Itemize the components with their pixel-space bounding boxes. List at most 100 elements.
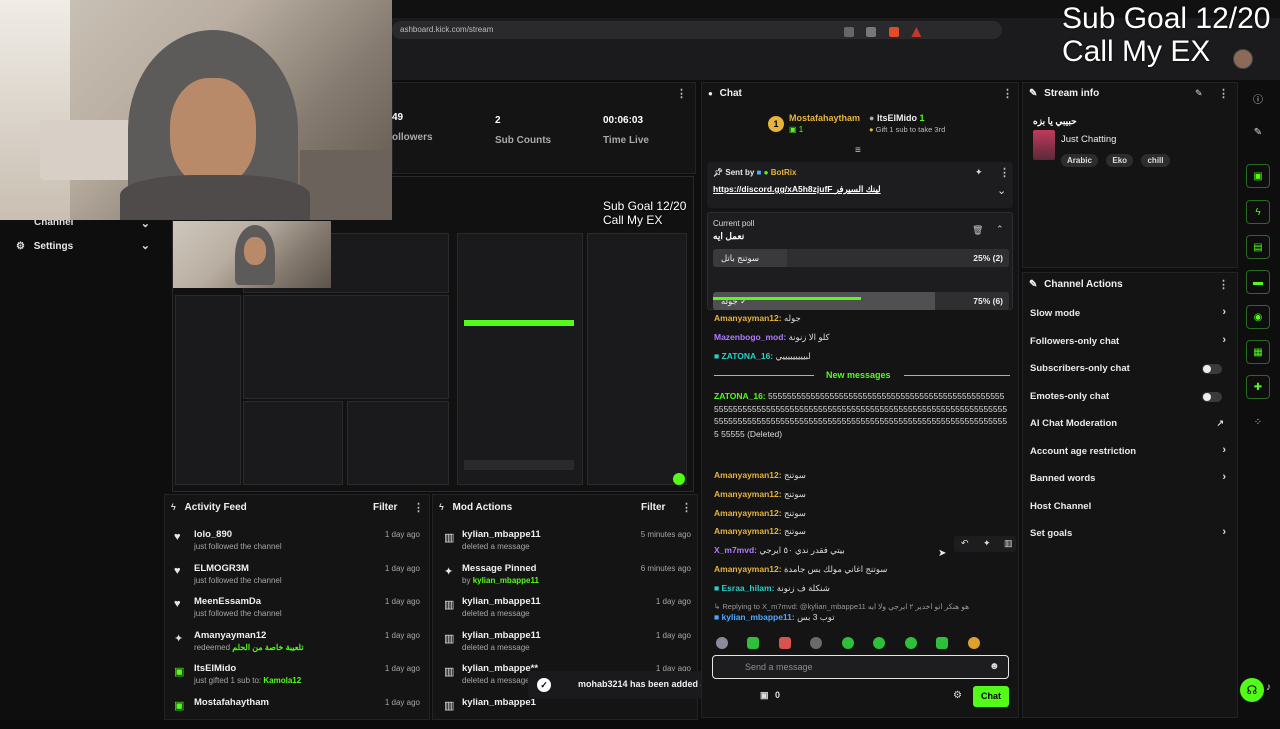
category-link[interactable]: Just Chatting [1061, 134, 1116, 145]
list-item[interactable]: ▥kylian_mbappe11deleted a message1 day a… [440, 629, 690, 663]
share-icon[interactable] [866, 27, 876, 37]
chevron-down-icon[interactable]: ⌄ [997, 184, 1006, 197]
zoom-icon[interactable] [844, 27, 854, 37]
chat-message[interactable]: ■ Esraa_hilam: شنكلة ف زنونة [714, 583, 1010, 602]
item-name[interactable]: ItsElMido [194, 663, 236, 674]
emote-icon[interactable] [968, 637, 980, 649]
support-icon[interactable]: ☊ [1240, 678, 1264, 702]
action-slow-mode[interactable]: Slow mode› [1030, 308, 1230, 336]
list-item[interactable]: ▥kylian_mbappe11deleted a message5 minut… [440, 528, 690, 562]
emote-icon[interactable] [905, 637, 917, 649]
list-item[interactable]: ▣Mostafahaytham1 day ago [170, 696, 426, 729]
chat-message[interactable]: Amanyayman12: سوتنج اغاني مولك بس جامدة [714, 564, 1010, 583]
pencil-icon[interactable]: ✎ [1246, 120, 1270, 144]
action-emotes-only-chat[interactable]: Emotes-only chat [1030, 391, 1230, 419]
more-icon[interactable]: ⋮ [1002, 87, 1013, 100]
emote-icon[interactable] [716, 637, 728, 649]
apps-icon[interactable]: ⁘ [1246, 410, 1270, 434]
chat-message[interactable]: Mazenbogo_mod: كلو الا زنونة [714, 332, 1010, 351]
chat-send-button[interactable]: Chat [973, 686, 1009, 707]
item-name[interactable]: ELMOGR3M [194, 563, 249, 574]
more-icon[interactable]: ⋮ [681, 501, 692, 514]
more-icon[interactable]: ⋮ [1218, 278, 1229, 291]
chat-input[interactable]: Send a message ☻ [712, 655, 1009, 679]
item-name[interactable]: Amanyayman12 [194, 630, 266, 641]
brave-shield-icon[interactable] [889, 27, 899, 37]
item-name[interactable]: Message Pinned [462, 563, 536, 574]
action-account-age-restriction[interactable]: Account age restriction› [1030, 446, 1230, 474]
item-name[interactable]: kylian_mbappe11 [462, 596, 541, 607]
tools-icon[interactable]: ✚ [1246, 375, 1270, 399]
list-item[interactable]: ♥lolo_890just followed the channel1 day … [170, 528, 426, 562]
rewards-icon[interactable] [911, 27, 921, 37]
chat-message[interactable]: Amanyayman12: جوله [714, 313, 1010, 332]
poll-option-1[interactable]: سوتنج باتل 25% (2) [713, 249, 1009, 267]
sidebar-item-settings[interactable]: ⚙ Settings ⌄ [16, 241, 156, 255]
pinned-link[interactable]: https://discord.gg/xA5h8zjufF لينك السير… [713, 184, 881, 195]
toggle-switch[interactable] [1202, 364, 1222, 374]
layout-icon[interactable]: ▦ [1246, 340, 1270, 364]
edit-icon[interactable]: ✎ [1195, 88, 1203, 99]
trash-icon[interactable]: 🗑︎ [972, 225, 983, 236]
list-item[interactable]: ✦Amanyayman12redeemed تلعيبة خاصة من الح… [170, 629, 426, 663]
chevron-up-icon[interactable]: ⌃ [996, 224, 1004, 235]
item-name[interactable]: Mostafahaytham [194, 697, 269, 708]
mod-filter-button[interactable]: Filter [641, 502, 665, 513]
chat-message[interactable]: ■ ZATONA_16: لبيييييييييي [714, 351, 1010, 370]
tag[interactable]: chill [1141, 154, 1169, 167]
chat-message[interactable]: Amanyayman12: سوتنج [714, 470, 1010, 489]
item-name[interactable]: lolo_890 [194, 529, 232, 540]
info-icon[interactable]: ⓘ [1246, 86, 1270, 110]
item-name[interactable]: MeenEssamDa [194, 596, 261, 607]
chat-icon[interactable]: ▬ [1246, 270, 1270, 294]
chat-message[interactable]: Amanyayman12: سوتنج [714, 508, 1010, 527]
tag[interactable]: Arabic [1061, 154, 1098, 167]
action-banned-words[interactable]: Banned words› [1030, 473, 1230, 501]
list-item[interactable]: ✦Message Pinnedby kylian_mbappe116 minut… [440, 562, 690, 596]
more-icon[interactable]: ⋮ [413, 501, 424, 514]
item-name[interactable]: kylian_mbappe1 [462, 697, 536, 708]
more-icon[interactable]: ⋮ [676, 87, 687, 100]
chat-message-last[interactable]: ■ kylian_mbappe11: توب 3 بس [714, 612, 1010, 623]
poll-option-2[interactable]: جوله ✓ 75% (6) [713, 292, 1009, 310]
points-balance[interactable]: ▣ 0 [760, 690, 780, 701]
action-subscribers-only-chat[interactable]: Subscribers-only chat [1030, 363, 1230, 391]
emote-icon[interactable] [842, 637, 854, 649]
list-item[interactable]: ▣ItsElMidojust gifted 1 sub to: Kamola12… [170, 662, 426, 696]
unpin-icon[interactable]: ✦ [975, 167, 983, 178]
action-ai-chat-moderation[interactable]: AI Chat Moderation↗ [1030, 418, 1230, 446]
list-item[interactable]: ♥ELMOGR3Mjust followed the channel1 day … [170, 562, 426, 596]
avatar[interactable] [1233, 49, 1253, 69]
action-host-channel[interactable]: Host Channel [1030, 501, 1230, 529]
action-set-goals[interactable]: Set goals› [1030, 528, 1230, 556]
emote-icon[interactable] [779, 637, 791, 649]
item-name[interactable]: kylian_mbappe11 [462, 630, 541, 641]
reply-icon[interactable]: ↶ [961, 538, 969, 549]
chat-message[interactable]: Amanyayman12: سوتنج [714, 489, 1010, 508]
emoji-icon[interactable]: ☻ [989, 661, 1000, 672]
chat-settings-icon[interactable]: ⚙ [953, 690, 962, 701]
emote-icon[interactable] [873, 637, 885, 649]
notes-icon[interactable]: ▤ [1246, 235, 1270, 259]
emote-icon[interactable] [936, 637, 948, 649]
clip-icon[interactable]: ▣ [1246, 164, 1270, 188]
emote-icon[interactable] [810, 637, 822, 649]
collapse-icon[interactable]: ≡ [855, 145, 861, 156]
more-icon[interactable]: ⋮ [999, 166, 1010, 179]
trash-icon[interactable]: ▥ [1004, 538, 1013, 549]
pin-icon[interactable]: ✦ [983, 538, 991, 549]
list-item[interactable]: ♥MeenEssamDajust followed the channel1 d… [170, 595, 426, 629]
external-link-icon[interactable]: ↗ [1216, 418, 1224, 429]
action-followers-only-chat[interactable]: Followers-only chat› [1030, 336, 1230, 364]
toggle-switch[interactable] [1202, 392, 1222, 402]
microphone-icon[interactable]: ♪ [1266, 682, 1271, 693]
bolt-icon[interactable]: ϟ [1246, 200, 1270, 224]
item-name[interactable]: kylian_mbappe** [462, 663, 538, 674]
emote-icon[interactable] [747, 637, 759, 649]
leaderboard-first[interactable]: Mostafahaytham ▣ 1 [789, 113, 860, 134]
leaderboard-second[interactable]: ● ItsElMido 1 ● Gift 1 sub to take 3rd [869, 113, 945, 134]
activity-filter-button[interactable]: Filter [373, 502, 397, 513]
tag[interactable]: Eko [1106, 154, 1133, 167]
list-item[interactable]: ▥kylian_mbappe11deleted a message1 day a… [440, 595, 690, 629]
more-icon[interactable]: ⋮ [1218, 87, 1229, 100]
